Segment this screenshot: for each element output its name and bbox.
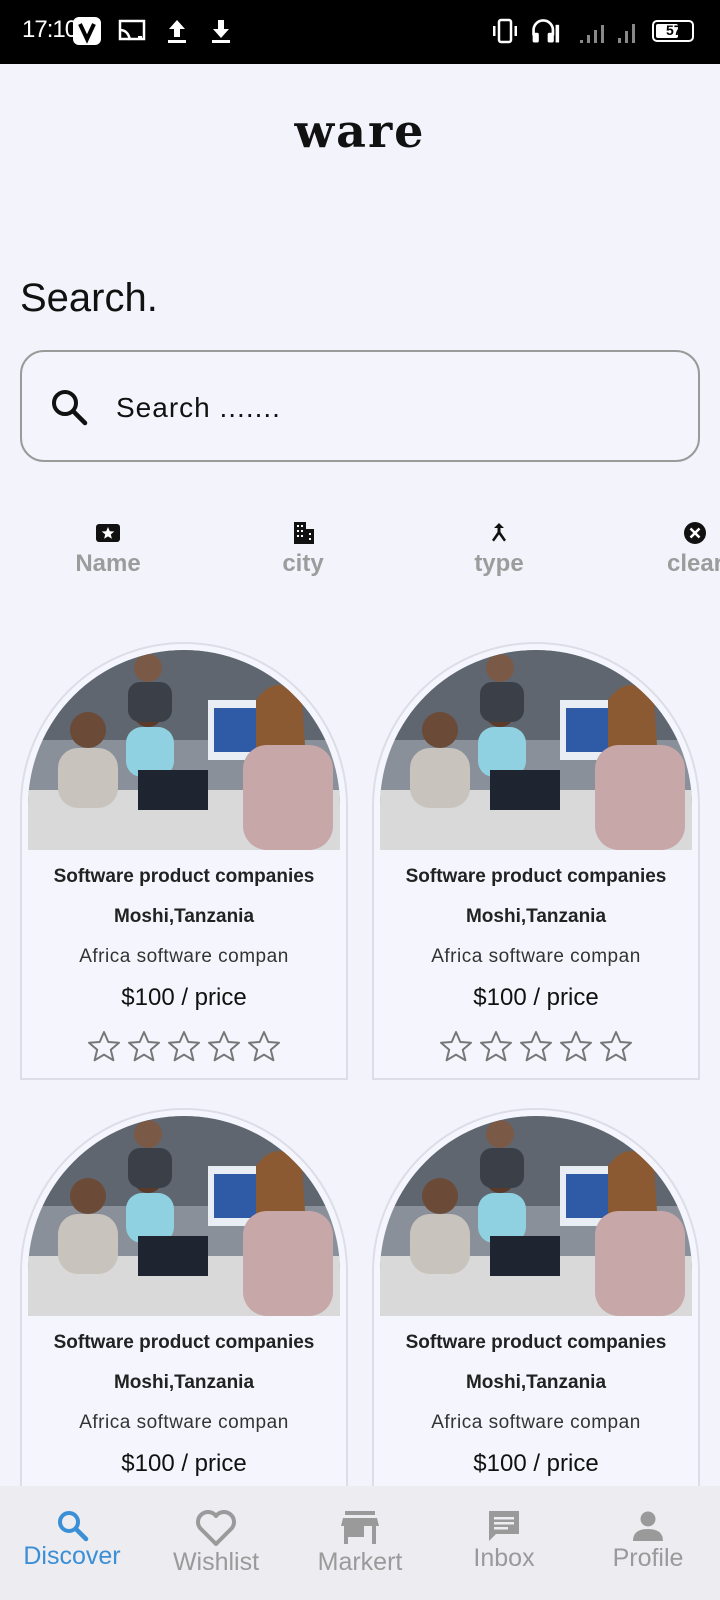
company-price: $100 / price — [473, 984, 599, 1011]
filter-city[interactable]: city — [238, 520, 368, 578]
company-card[interactable]: Software product companies Moshi,Tanzani… — [372, 642, 700, 1080]
company-title: Software product companies — [53, 866, 315, 887]
company-location: Moshi,Tanzania — [113, 906, 255, 927]
company-photo — [28, 1116, 340, 1316]
company-title: Software product companies — [405, 866, 667, 887]
app-logo: ware — [294, 104, 426, 158]
filter-name[interactable]: Name — [43, 520, 173, 578]
filter-bar: Name city type clear — [0, 520, 720, 590]
cast-icon — [118, 19, 146, 41]
search-icon — [52, 390, 88, 426]
star-icon[interactable] — [439, 1030, 473, 1064]
filter-label: type — [474, 550, 524, 577]
filter-clear[interactable]: clear — [630, 520, 720, 578]
company-price: $100 / price — [121, 984, 247, 1011]
star-icon[interactable] — [167, 1030, 201, 1064]
nav-label: Discover — [23, 1542, 121, 1570]
company-card[interactable]: Software product companies Moshi,Tanzani… — [372, 1108, 700, 1528]
company-card[interactable]: Software product companies Moshi,Tanzani… — [20, 642, 348, 1080]
star-icon[interactable] — [559, 1030, 593, 1064]
rating-stars[interactable] — [22, 1030, 346, 1069]
company-description: Africa software compan — [79, 1412, 289, 1433]
star-icon[interactable] — [87, 1030, 121, 1064]
company-card[interactable]: Software product companies Moshi,Tanzani… — [20, 1108, 348, 1528]
company-description: Africa software compan — [431, 1412, 641, 1433]
heart-icon — [196, 1510, 236, 1546]
battery-icon: 57 — [652, 20, 694, 42]
battery-level: 57 — [666, 22, 682, 38]
company-photo — [28, 650, 340, 850]
star-icon[interactable] — [479, 1030, 513, 1064]
bottom-navigation: Discover Wishlist Markert Inbox Profile — [0, 1486, 720, 1600]
rating-stars[interactable] — [374, 1030, 698, 1069]
star-icon[interactable] — [519, 1030, 553, 1064]
status-bar: 17:10 57 — [0, 0, 720, 64]
filter-label: city — [282, 550, 324, 577]
page-title: Search. — [20, 276, 158, 320]
star-icon[interactable] — [207, 1030, 241, 1064]
person-icon — [633, 1511, 663, 1541]
company-title: Software product companies — [53, 1332, 315, 1353]
city-icon — [294, 522, 314, 544]
vibrate-icon — [493, 18, 517, 44]
signal-icon — [580, 25, 604, 43]
star-icon[interactable] — [247, 1030, 281, 1064]
star-ticket-icon — [96, 524, 120, 542]
company-title: Software product companies — [405, 1332, 667, 1353]
company-description: Africa software compan — [79, 946, 289, 967]
headset-icon — [532, 19, 560, 43]
nav-label: Profile — [612, 1544, 684, 1572]
filter-label: Name — [75, 550, 141, 577]
nav-market[interactable]: Markert — [288, 1486, 432, 1600]
clear-icon — [684, 522, 706, 544]
nav-discover[interactable]: Discover — [0, 1486, 144, 1600]
company-location: Moshi,Tanzania — [465, 906, 607, 927]
signal-icon — [618, 24, 635, 43]
search-input[interactable] — [116, 382, 676, 434]
nav-profile[interactable]: Profile — [576, 1486, 720, 1600]
search-icon — [58, 1511, 89, 1542]
company-description: Africa software compan — [431, 946, 641, 967]
nav-inbox[interactable]: Inbox — [432, 1486, 576, 1600]
filter-type[interactable]: type — [434, 520, 564, 578]
upload-icon — [168, 20, 186, 43]
status-time: 17:10 — [22, 16, 78, 43]
store-icon — [341, 1511, 379, 1544]
search-field[interactable] — [20, 350, 700, 462]
nav-label: Markert — [317, 1548, 403, 1576]
company-location: Moshi,Tanzania — [465, 1372, 607, 1393]
company-photo — [380, 1116, 692, 1316]
company-price: $100 / price — [473, 1450, 599, 1477]
message-icon — [489, 1511, 519, 1541]
star-icon[interactable] — [127, 1030, 161, 1064]
company-price: $100 / price — [121, 1450, 247, 1477]
v-app-icon — [73, 17, 101, 45]
nav-label: Wishlist — [172, 1548, 260, 1576]
company-location: Moshi,Tanzania — [113, 1372, 255, 1393]
download-icon — [212, 20, 230, 43]
filter-label: clear — [666, 550, 720, 577]
nav-wishlist[interactable]: Wishlist — [144, 1486, 288, 1600]
nav-label: Inbox — [473, 1544, 535, 1572]
star-icon[interactable] — [599, 1030, 633, 1064]
company-photo — [380, 650, 692, 850]
merge-type-icon — [492, 523, 506, 542]
